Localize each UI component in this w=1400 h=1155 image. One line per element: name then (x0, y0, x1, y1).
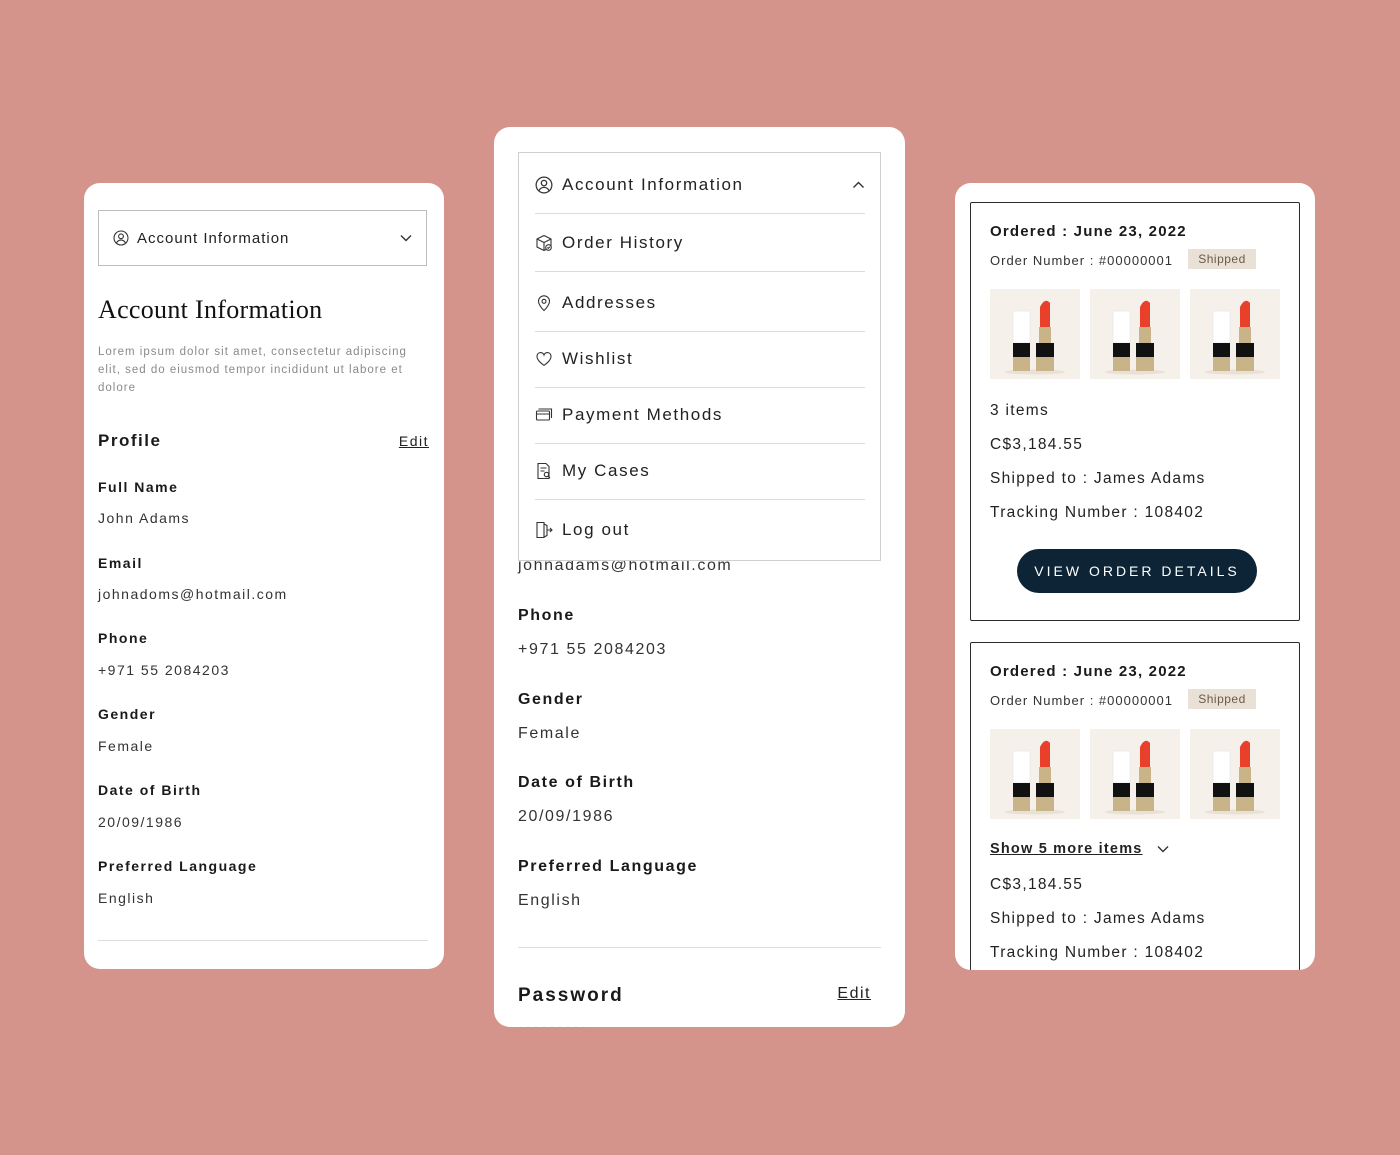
status-badge: Shipped (1188, 249, 1256, 269)
menu-item-label: Account Information (562, 175, 744, 194)
order-card: Ordered : June 23, 2022 Order Number : #… (970, 202, 1300, 621)
order-item-thumbnails (990, 289, 1280, 379)
chevron-down-icon (400, 234, 412, 242)
user-circle-icon (535, 176, 553, 194)
order-tracking-number: Tracking Number : 108402 (990, 504, 1205, 521)
menu-item-label: Wishlist (562, 349, 634, 368)
lipstick-image (1205, 300, 1265, 375)
show-more-items-link[interactable]: Show 5 more items (990, 841, 1169, 857)
field-value-dob: 20/09/1986 (98, 814, 184, 830)
heart-icon (535, 350, 553, 368)
lipstick-image (1105, 300, 1165, 375)
lipstick-image (1205, 740, 1265, 815)
field-label-phone: Phone (518, 607, 575, 624)
logout-icon (535, 521, 553, 539)
field-value-gender: Female (518, 725, 581, 742)
field-label-language: Preferred Language (98, 858, 258, 874)
menu-item-payment-methods[interactable]: Payment Methods (535, 387, 865, 444)
order-number: Order Number : #00000001 (990, 253, 1173, 268)
edit-profile-link[interactable]: Edit (399, 433, 429, 449)
menu-item-label: Order History (562, 233, 684, 252)
divider (98, 940, 428, 941)
product-thumbnail[interactable] (1090, 729, 1180, 819)
lipstick-image (1005, 300, 1065, 375)
menu-item-account-information[interactable]: Account Information (535, 157, 865, 214)
product-thumbnail[interactable] (1190, 729, 1280, 819)
location-pin-icon (535, 294, 553, 312)
product-thumbnail[interactable] (1190, 289, 1280, 379)
menu-item-addresses[interactable]: Addresses (535, 275, 865, 332)
credit-card-icon (535, 406, 553, 424)
order-price: C$3,184.55 (990, 436, 1084, 453)
menu-item-my-cases[interactable]: My Cases (535, 443, 865, 500)
menu-item-label: My Cases (562, 461, 651, 480)
menu-item-label: Log out (562, 519, 630, 539)
user-circle-icon (113, 230, 129, 246)
package-icon (535, 234, 553, 252)
field-label-language: Preferred Language (518, 858, 698, 875)
menu-item-label: Payment Methods (562, 405, 724, 424)
field-label-full-name: Full Name (98, 479, 179, 495)
profile-heading: Profile (98, 431, 162, 450)
order-item-thumbnails (990, 729, 1280, 819)
field-value-phone: +971 55 2084203 (518, 641, 668, 658)
password-mask: ••••••••• (518, 1020, 589, 1027)
field-label-gender: Gender (98, 706, 157, 722)
product-thumbnail[interactable] (990, 729, 1080, 819)
account-section-dropdown[interactable]: Account Information (98, 210, 427, 266)
field-value-language: English (98, 890, 155, 906)
field-label-phone: Phone (98, 630, 149, 646)
chevron-up-icon[interactable] (852, 181, 865, 189)
order-item-count: 3 items (990, 402, 1050, 419)
edit-password-link[interactable]: Edit (837, 985, 871, 1003)
order-card: Ordered : June 23, 2022 Order Number : #… (970, 642, 1300, 970)
field-value-phone: +971 55 2084203 (98, 662, 230, 678)
divider (518, 947, 881, 948)
view-order-details-button[interactable]: VIEW ORDER DETAILS (1017, 549, 1257, 593)
order-date: Ordered : June 23, 2022 (990, 223, 1187, 240)
order-tracking-number: Tracking Number : 108402 (990, 944, 1205, 961)
field-label-dob: Date of Birth (98, 782, 202, 798)
field-value-dob: 20/09/1986 (518, 808, 615, 825)
password-heading: Password (518, 985, 624, 1006)
document-icon (535, 462, 553, 480)
field-label-gender: Gender (518, 691, 584, 708)
field-value-language: English (518, 892, 582, 909)
lipstick-image (1105, 740, 1165, 815)
order-price: C$3,184.55 (990, 876, 1084, 893)
chevron-down-icon (1157, 845, 1169, 853)
field-value-gender: Female (98, 738, 154, 754)
page-description: Lorem ipsum dolor sit amet, consectetur … (98, 346, 407, 394)
field-label-email: Email (98, 555, 143, 571)
account-info-panel: Account Information Account Information … (84, 183, 444, 969)
menu-item-log-out[interactable]: Log out (535, 501, 865, 558)
account-menu-panel: Account Information Order History Addres… (494, 127, 905, 1027)
lipstick-image (1005, 740, 1065, 815)
order-number: Order Number : #00000001 (990, 693, 1173, 708)
field-label-dob: Date of Birth (518, 774, 635, 791)
menu-item-order-history[interactable]: Order History (535, 215, 865, 272)
show-more-label: Show 5 more items (990, 841, 1143, 857)
menu-item-wishlist[interactable]: Wishlist (535, 331, 865, 388)
order-shipped-to: Shipped to : James Adams (990, 470, 1206, 487)
order-date: Ordered : June 23, 2022 (990, 663, 1187, 680)
order-history-panel: Ordered : June 23, 2022 Order Number : #… (955, 183, 1315, 970)
menu-item-label: Addresses (562, 293, 657, 312)
account-menu-dropdown: Account Information Order History Addres… (518, 152, 881, 561)
status-badge: Shipped (1188, 689, 1256, 709)
product-thumbnail[interactable] (990, 289, 1080, 379)
product-thumbnail[interactable] (1090, 289, 1180, 379)
order-shipped-to: Shipped to : James Adams (990, 910, 1206, 927)
field-value-full-name: John Adams (98, 510, 191, 526)
page-title: Account Information (98, 295, 323, 324)
field-value-email: johnadoms@hotmail.com (98, 586, 288, 602)
dropdown-label: Account Information (137, 229, 290, 247)
